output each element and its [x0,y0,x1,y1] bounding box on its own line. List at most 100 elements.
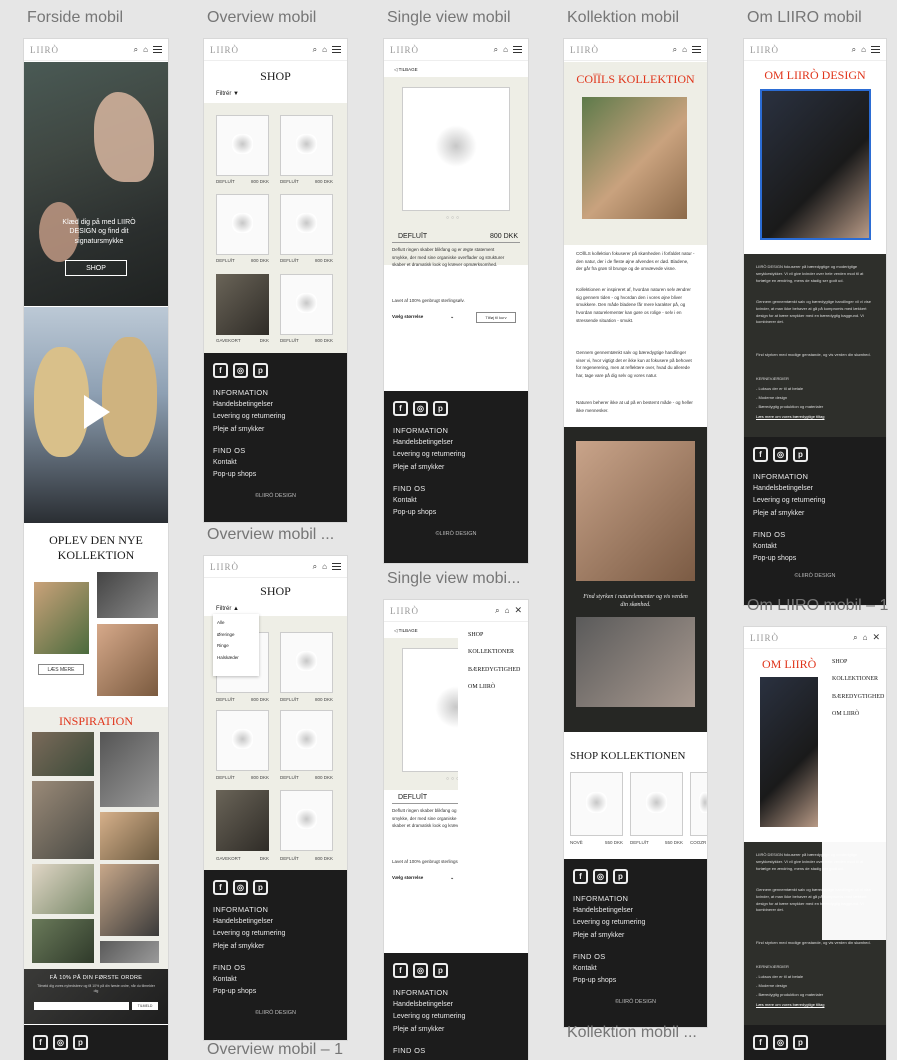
frame-single-view-mobil-menu[interactable]: LIIRÒ ⌕ ⌂ ✕ ◁ TILBAGE ○○○ DEFLUÏT Defluït … [384,600,528,1060]
facebook-icon[interactable]: f [213,880,228,895]
product-image-2[interactable] [280,632,333,693]
footer-link-delivery[interactable]: Levering og returnering [213,411,338,423]
pinterest-icon[interactable]: p [793,447,808,462]
close-icon[interactable]: ✕ [514,605,522,616]
filter-option-all[interactable]: Alle [217,617,255,629]
footer-link-care[interactable]: Pleje af smykker [753,508,877,520]
instagram-icon[interactable]: ◎ [413,401,428,416]
facebook-icon[interactable]: f [753,447,768,462]
nav-item-about[interactable]: OM LIIRÒ [468,679,518,696]
frame-overview-mobil-filter[interactable]: LIIRÒ ⌕ ⌂ SHOP Filtrér ▲ DEFLUÏT 800 DKK D… [204,556,347,1040]
facebook-icon[interactable]: f [393,963,408,978]
search-icon[interactable]: ⌕ [673,45,677,55]
bag-icon[interactable]: ⌂ [322,45,327,54]
pinterest-icon[interactable]: p [253,363,268,378]
menu-icon[interactable] [692,46,701,53]
newsletter-submit-button[interactable]: TILMELD [132,1002,158,1010]
search-icon[interactable]: ⌕ [134,45,138,55]
logo[interactable]: LIIRÒ [750,45,779,55]
footer-link-contact[interactable]: Kontakt [573,963,698,975]
product-image-3[interactable] [216,194,269,255]
footer-link-contact[interactable]: Kontakt [213,974,338,986]
product-image-3[interactable] [216,710,269,771]
product-image-6[interactable] [280,274,333,335]
facebook-icon[interactable]: f [573,869,588,884]
instagram-icon[interactable]: ◎ [413,963,428,978]
newsletter-email-input[interactable] [34,1002,129,1010]
footer-link-popup[interactable]: Pop-up shops [573,975,698,987]
filter-option-necklaces[interactable]: Halskæder [217,652,255,664]
bag-icon[interactable]: ⌂ [505,606,510,615]
product-image-4[interactable] [280,710,333,771]
pinterest-icon[interactable]: p [433,401,448,416]
laes-mere-button[interactable]: LÆS MERE [38,664,84,675]
pinterest-icon[interactable]: p [73,1035,88,1050]
about-sustainability-link[interactable]: Læs mere om vores bæredygtige tiltag [756,1002,824,1009]
facebook-icon[interactable]: f [33,1035,48,1050]
frame-overview-mobil[interactable]: LIIRÒ ⌕ ⌂ SHOP Filtrér ▼ DEFLUÏT 800 DKK D… [204,39,347,522]
footer-link-delivery[interactable]: Levering og returnering [393,1011,519,1023]
footer-link-terms[interactable]: Handelsbetingelser [213,916,338,928]
footer-link-popup[interactable]: Pop-up shops [213,469,338,481]
instagram-icon[interactable]: ◎ [773,447,788,462]
product-image-1[interactable] [216,115,269,176]
nav-item-sustainability[interactable]: BÆREDYGTIGHED [832,689,884,706]
footer-link-terms[interactable]: Handelsbetingelser [393,999,519,1011]
footer-link-terms[interactable]: Handelsbetingelser [753,483,877,495]
footer-link-delivery[interactable]: Levering og returnering [393,449,519,461]
search-icon[interactable]: ⌕ [495,606,499,616]
menu-icon[interactable] [513,46,522,53]
bag-icon[interactable]: ⌂ [682,45,687,54]
filter-toggle[interactable]: Filtrér ▼ [216,91,239,97]
add-to-cart-button[interactable]: Tilføj til kurv [476,312,516,323]
product-image-2[interactable] [280,115,333,176]
footer-link-contact[interactable]: Kontakt [393,495,519,507]
collection-product-3[interactable] [690,772,707,836]
search-icon[interactable]: ⌕ [313,562,317,572]
footer-link-terms[interactable]: Handelsbetingelser [393,437,519,449]
footer-link-delivery[interactable]: Levering og returnering [753,495,877,507]
facebook-icon[interactable]: f [213,363,228,378]
logo[interactable]: LIIRÒ [30,45,59,55]
filter-option-rings[interactable]: Ringe [217,640,255,652]
bag-icon[interactable]: ⌂ [861,45,866,54]
footer-link-care[interactable]: Pleje af smykker [393,1024,519,1036]
footer-link-delivery[interactable]: Levering og returnering [573,917,698,929]
footer-link-care[interactable]: Pleje af smykker [213,424,338,436]
menu-icon[interactable] [332,46,341,53]
footer-link-care[interactable]: Pleje af smykker [393,462,519,474]
back-link[interactable]: ◁ TILBAGE [394,67,418,73]
search-icon[interactable]: ⌕ [313,45,317,55]
nav-item-about[interactable]: OM LIIRÒ [832,706,876,723]
frame-om-liiro-mobil[interactable]: LIIRÒ ⌕ ⌂ OM LIIRÒ DESIGN LIIRÒ DESIGN fo… [744,39,886,605]
search-icon[interactable]: ⌕ [494,45,498,55]
facebook-icon[interactable]: f [753,1035,768,1050]
nav-item-sustainability[interactable]: BÆREDYGTIGHED [468,662,520,679]
footer-link-delivery[interactable]: Levering og returnering [213,928,338,940]
video-thumbnail[interactable] [24,307,168,523]
logo[interactable]: LIIRÒ [390,45,419,55]
frame-om-liiro-mobil-menu[interactable]: LIIRÒ ⌕ ⌂ ✕ OM LIIRÒ LIIRÒ DESIGN fokusere… [744,627,886,1060]
nav-item-shop[interactable]: SHOP [832,654,876,671]
collection-product-1[interactable] [570,772,623,836]
logo[interactable]: LIIRÒ [750,633,779,643]
footer-link-care[interactable]: Pleje af smykker [573,930,698,942]
footer-link-contact[interactable]: Kontakt [213,457,338,469]
search-icon[interactable]: ⌕ [853,633,857,643]
pinterest-icon[interactable]: p [253,880,268,895]
size-select[interactable]: Vælg størrelse ⌄ [392,875,454,881]
footer-link-popup[interactable]: Pop-up shops [393,507,519,519]
play-icon[interactable] [84,395,110,429]
frame-forside-mobil[interactable]: LIIRÒ ⌕ ⌂ Klæd dig på med LIIRÒ DESIGN og… [24,39,168,1060]
giftcard-image[interactable] [216,274,269,335]
close-icon[interactable]: ✕ [872,632,880,643]
back-link[interactable]: ◁ TILBAGE [394,628,418,634]
logo[interactable]: LIIRÒ [210,562,239,572]
search-icon[interactable]: ⌕ [852,45,856,55]
frame-single-view-mobil[interactable]: LIIRÒ ⌕ ⌂ ◁ TILBAGE ○○○ DEFLUÏT 800 DKK D… [384,39,528,563]
menu-icon[interactable] [153,46,162,53]
footer-link-terms[interactable]: Handelsbetingelser [573,905,698,917]
nav-item-collections[interactable]: KOLLEKTIONER [832,671,878,688]
pinterest-icon[interactable]: p [433,963,448,978]
footer-link-popup[interactable]: Pop-up shops [213,986,338,998]
